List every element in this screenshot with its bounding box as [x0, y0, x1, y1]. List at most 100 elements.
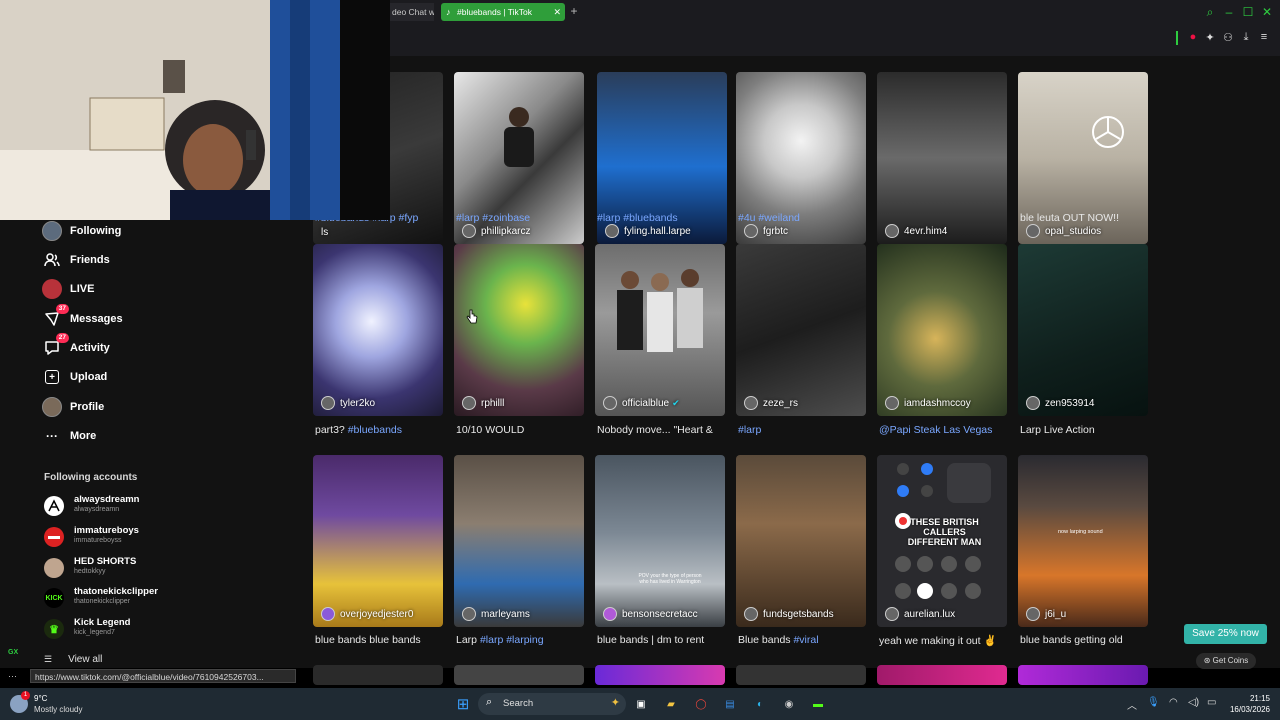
- video-card[interactable]: [1018, 665, 1148, 685]
- edge-icon[interactable]: ◐: [751, 695, 769, 713]
- video-description[interactable]: Larp Live Action: [1020, 424, 1155, 436]
- steam-icon[interactable]: ◉: [780, 695, 798, 713]
- video-card[interactable]: marleyams: [454, 455, 584, 627]
- video-author: fundsgetsbands: [744, 607, 834, 621]
- video-card[interactable]: tyler2ko: [313, 244, 443, 416]
- video-card[interactable]: THESE BRITISH CALLERS DIFFERENT MAN aure…: [877, 455, 1007, 627]
- view-all-link[interactable]: ☰ View all: [44, 654, 102, 665]
- video-description[interactable]: #4u #weiland: [738, 212, 873, 224]
- video-tags[interactable]: #larp #zoinbase: [456, 212, 530, 224]
- microphone-icon[interactable]: 🎙: [1147, 697, 1160, 708]
- video-card[interactable]: now larping sound j6i_u: [1018, 455, 1148, 627]
- video-tags[interactable]: #viral: [793, 634, 818, 646]
- volume-icon[interactable]: ◁): [1188, 697, 1199, 708]
- video-description[interactable]: part3? #bluebands: [315, 424, 450, 436]
- task-view-icon[interactable]: ▣: [632, 695, 650, 713]
- sidebar-item-friends[interactable]: Friends: [42, 249, 110, 271]
- video-tags[interactable]: @Papi Steak Las Vegas: [879, 424, 992, 436]
- video-card[interactable]: overjoyedjester0: [313, 455, 443, 627]
- store-icon[interactable]: ▤: [721, 695, 739, 713]
- puzzle-icon[interactable]: ✦: [1203, 31, 1217, 44]
- video-card[interactable]: [313, 665, 443, 685]
- video-card[interactable]: [454, 665, 584, 685]
- video-description[interactable]: #larp #bluebands: [597, 212, 732, 224]
- windows-start-icon[interactable]: ⊞: [454, 695, 472, 713]
- video-card[interactable]: zen953914: [1018, 244, 1148, 416]
- account-item[interactable]: immatureboys immatureboyss: [44, 523, 244, 551]
- following-accounts-title: Following accounts: [44, 472, 138, 483]
- account-item[interactable]: alwaysdreamn alwaysdreamn: [44, 492, 244, 520]
- save-25-button[interactable]: Save 25% now: [1184, 624, 1267, 644]
- weather-widget[interactable]: 1 9°C Mostly cloudy: [10, 691, 120, 716]
- video-description[interactable]: #larp #zoinbase: [456, 212, 591, 224]
- video-card[interactable]: officialblue ✔: [595, 244, 725, 416]
- video-tags[interactable]: #larp: [738, 424, 761, 436]
- sidebar-item-live[interactable]: LIVE: [42, 278, 94, 300]
- download-icon[interactable]: ⤓: [1239, 31, 1253, 44]
- avatar: [603, 396, 617, 410]
- menu-icon[interactable]: ≡: [1257, 31, 1271, 43]
- video-card[interactable]: [877, 665, 1007, 685]
- sidebar-item-more[interactable]: ··· More: [42, 425, 96, 447]
- app-icon[interactable]: ▬: [809, 695, 827, 713]
- video-tags[interactable]: #bluebands: [348, 424, 402, 436]
- file-explorer-icon[interactable]: ▰: [662, 695, 680, 713]
- sidebar-item-label: Upload: [70, 371, 108, 383]
- video-card[interactable]: zeze_rs: [736, 244, 866, 416]
- video-card[interactable]: POV your the type of person who has live…: [595, 455, 725, 627]
- tab-previous[interactable]: deo Chat w: [386, 3, 434, 21]
- video-card[interactable]: [595, 665, 725, 685]
- avatar: [1026, 396, 1040, 410]
- close-window-icon[interactable]: ✕: [1260, 5, 1274, 19]
- sidebar-item-label: LIVE: [70, 283, 95, 295]
- video-description[interactable]: Nobody move... "Heart &: [597, 424, 732, 436]
- wifi-icon[interactable]: ◠: [1169, 697, 1178, 708]
- video-card[interactable]: [736, 665, 866, 685]
- tab-active[interactable]: ♪ #bluebands | TikTok ✕: [441, 3, 565, 21]
- extension-icon[interactable]: ●: [1186, 31, 1200, 43]
- video-tags[interactable]: #4u #weiland: [738, 212, 800, 224]
- sidebar-item-messages[interactable]: 37 Messages: [42, 304, 123, 330]
- video-card[interactable]: fundsgetsbands: [736, 455, 866, 627]
- video-card[interactable]: rphilll: [454, 244, 584, 416]
- opera-gx-icon[interactable]: ◯: [692, 695, 710, 713]
- video-description[interactable]: 10/10 WOULD: [456, 424, 591, 436]
- video-description[interactable]: #larp: [738, 424, 873, 436]
- video-author: j6i_u: [1026, 607, 1066, 621]
- close-icon[interactable]: ✕: [553, 3, 561, 21]
- sidebar-item-activity[interactable]: 27 Activity: [42, 333, 110, 359]
- chevron-up-icon[interactable]: ︿: [1127, 697, 1137, 712]
- video-description[interactable]: yeah we making it out ✌: [879, 634, 1014, 647]
- video-description[interactable]: @Papi Steak Las Vegas: [879, 424, 1019, 436]
- taskbar-search[interactable]: ⌕ Search ✦: [478, 693, 626, 715]
- search-icon[interactable]: ⌕: [1203, 5, 1217, 20]
- people-icon: [42, 250, 62, 270]
- account-item[interactable]: HED SHORTS hedtokkyy: [44, 554, 244, 582]
- video-description[interactable]: blue bands | dm to rent: [597, 634, 732, 646]
- video-card[interactable]: 4evr.him4: [877, 72, 1007, 244]
- account-item[interactable]: KICK thatonekickclipper thatonekickclipp…: [44, 584, 244, 612]
- video-author-name: marleyams: [481, 608, 530, 620]
- video-description[interactable]: blue bands blue bands: [315, 634, 450, 646]
- account-item[interactable]: ♛ Kick Legend kick_legend7: [44, 615, 244, 643]
- video-description[interactable]: Blue bands #viral: [738, 634, 873, 646]
- video-author-name: tyler2ko: [340, 397, 376, 409]
- sidebar-item-profile[interactable]: Profile: [42, 396, 104, 418]
- minimize-icon[interactable]: –: [1222, 5, 1236, 19]
- sidebar-item-upload[interactable]: + Upload: [42, 366, 107, 388]
- video-description[interactable]: Larp #larp #larping: [456, 634, 591, 646]
- get-coins-button[interactable]: ⊛ Get Coins: [1196, 653, 1256, 669]
- video-thumbnail-shape: [617, 269, 703, 352]
- video-description[interactable]: ble leuta OUT NOW!!: [1020, 212, 1155, 224]
- maximize-icon[interactable]: ☐: [1241, 5, 1255, 19]
- video-tags[interactable]: #larp #larping: [480, 634, 544, 646]
- battery-icon[interactable]: ▭: [1207, 697, 1216, 708]
- sidebar-item-following[interactable]: Following: [42, 220, 121, 242]
- system-clock[interactable]: 21:15 16/03/2026: [1224, 693, 1270, 715]
- video-card[interactable]: iamdashmccoy: [877, 244, 1007, 416]
- new-tab-button[interactable]: +: [568, 4, 580, 20]
- video-tags[interactable]: #larp #bluebands: [597, 212, 678, 224]
- more-icon[interactable]: ···: [8, 671, 17, 681]
- profile-icon[interactable]: ⚇: [1221, 31, 1235, 44]
- video-description[interactable]: blue bands getting old: [1020, 634, 1155, 646]
